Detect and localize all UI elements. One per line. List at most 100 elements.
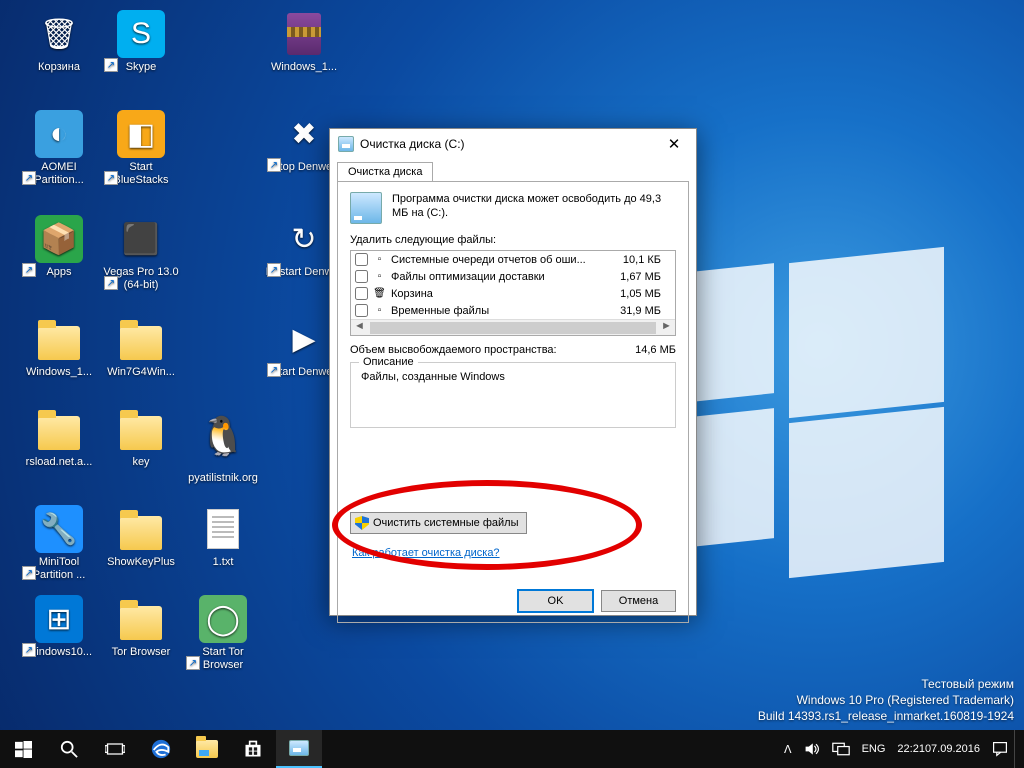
file-type-icon: ▫ — [372, 270, 387, 283]
desktop-icon-label: Корзина — [20, 61, 98, 74]
files-to-delete-label: Удалить следующие файлы: — [350, 234, 676, 246]
start-button[interactable] — [0, 730, 46, 768]
desktop-icon-vegas[interactable]: ⬛↗Vegas Pro 13.0 (64-bit) — [102, 215, 180, 292]
task-view-button[interactable] — [92, 730, 138, 768]
desktop-icon-label: Windows_1... — [20, 366, 98, 379]
description-label: Описание — [359, 356, 418, 368]
desktop-icon-win1[interactable]: Windows_1... — [265, 10, 343, 74]
taskbar-app-explorer[interactable] — [184, 730, 230, 768]
desktop-icon-key[interactable]: key — [102, 405, 180, 469]
disk-cleanup-icon — [338, 136, 354, 152]
tray-overflow-button[interactable]: ᐱ — [778, 730, 798, 768]
desktop-icon-torfolder[interactable]: Tor Browser — [102, 595, 180, 659]
how-cleanup-works-link[interactable]: Как работает очистка диска? — [352, 547, 500, 559]
tray-clock[interactable]: 22:21 07.09.2016 — [891, 730, 986, 768]
search-button[interactable] — [46, 730, 92, 768]
scrollbar-thumb[interactable] — [370, 322, 656, 334]
shortcut-arrow-icon: ↗ — [104, 171, 118, 185]
shortcut-arrow-icon: ↗ — [267, 158, 281, 172]
shortcut-arrow-icon: ↗ — [186, 656, 200, 670]
tray-network-icon[interactable] — [826, 730, 856, 768]
file-type-icon: ▫ — [372, 253, 387, 266]
file-size: 1,67 МБ — [620, 271, 671, 283]
desktop-icon-rsload[interactable]: rsload.net.a... — [20, 405, 98, 469]
watermark-line1: Тестовый режим — [758, 676, 1014, 692]
total-space-label: Объем высвобождаемого пространства: — [350, 344, 635, 356]
desktop-icon-label: Tor Browser — [102, 646, 180, 659]
description-text: Файлы, созданные Windows — [361, 371, 665, 383]
file-list-row[interactable]: 🗑Корзина1,05 МБ — [351, 285, 675, 302]
system-tray: ᐱ ENG 22:21 07.09.2016 — [778, 730, 1024, 768]
file-size: 31,9 МБ — [620, 305, 671, 317]
desktop-icon-label: 1.txt — [184, 556, 262, 569]
shortcut-arrow-icon: ↗ — [22, 263, 36, 277]
desktop-icon-pyat[interactable]: 🐧pyatilistnik.org — [184, 405, 262, 485]
desktop-icon-win10iso[interactable]: ⊞↗Windows10... — [20, 595, 98, 659]
tray-volume-icon[interactable] — [798, 730, 826, 768]
desktop-icon-aomei[interactable]: ◐↗AOMEI Partition... — [20, 110, 98, 187]
uac-shield-icon — [355, 516, 369, 530]
file-checkbox[interactable] — [355, 253, 368, 266]
desktop-icon-skype[interactable]: S↗Skype — [102, 10, 180, 74]
dialog-title: Очистка диска (C:) — [360, 137, 654, 151]
desktop-icon-win7g4[interactable]: Win7G4Win... — [102, 315, 180, 379]
watermark-line3: Build 14393.rs1_release_inmarket.160819-… — [758, 708, 1014, 724]
watermark-line2: Windows 10 Pro (Registered Trademark) — [758, 692, 1014, 708]
scroll-right-icon[interactable]: ► — [658, 320, 675, 336]
desktop-icon-label: Win7G4Win... — [102, 366, 180, 379]
drive-icon — [350, 192, 382, 224]
shortcut-arrow-icon: ↗ — [104, 276, 118, 290]
desktop-icon-1txt[interactable]: 1.txt — [184, 505, 262, 569]
file-list-row[interactable]: ▫ Системные очереди отчетов об оши...10,1… — [351, 251, 675, 268]
file-name: Временные файлы — [391, 305, 620, 317]
desktop-icon-label: ShowKeyPlus — [102, 556, 180, 569]
clean-system-files-button[interactable]: Очистить системные файлы — [350, 512, 527, 534]
shortcut-arrow-icon: ↗ — [104, 58, 118, 72]
taskbar-app-store[interactable] — [230, 730, 276, 768]
file-type-icon: 🗑 — [372, 287, 387, 300]
files-listbox[interactable]: ▫ Системные очереди отчетов об оши...10,1… — [350, 250, 676, 336]
taskbar-app-edge[interactable] — [138, 730, 184, 768]
cleanup-message: Программа очистки диска может освободить… — [392, 192, 676, 224]
dialog-titlebar[interactable]: Очистка диска (C:) ✕ — [330, 129, 696, 159]
file-list-row[interactable]: ▫ Файлы оптимизации доставки1,67 МБ — [351, 268, 675, 285]
file-size: 10,1 КБ — [623, 254, 671, 266]
ok-button[interactable]: OK — [518, 590, 593, 612]
file-checkbox[interactable] — [355, 270, 368, 283]
dialog-body: Программа очистки диска может освободить… — [337, 181, 689, 623]
shortcut-arrow-icon: ↗ — [22, 566, 36, 580]
shortcut-arrow-icon: ↗ — [267, 263, 281, 277]
tray-language-indicator[interactable]: ENG — [856, 730, 892, 768]
file-type-icon: ▫ — [372, 304, 387, 317]
file-name: Файлы оптимизации доставки — [391, 271, 620, 283]
scroll-left-icon[interactable]: ◄ — [351, 320, 368, 336]
desktop[interactable]: 🗑КорзинаS↗SkypeWindows_1...◐↗AOMEI Parti… — [0, 0, 1024, 768]
file-checkbox[interactable] — [355, 304, 368, 317]
desktop-icon-recycle[interactable]: 🗑Корзина — [20, 10, 98, 74]
taskbar-app-disk-cleanup[interactable] — [276, 730, 322, 768]
desktop-icon-label: pyatilistnik.org — [184, 472, 262, 485]
desktop-icon-apps[interactable]: 📦↗Apps — [20, 215, 98, 279]
desktop-icon-bluestacks[interactable]: ◧↗Start BlueStacks — [102, 110, 180, 187]
close-button[interactable]: ✕ — [654, 130, 694, 158]
shortcut-arrow-icon: ↗ — [22, 643, 36, 657]
file-list-row[interactable]: ▫ Временные файлы31,9 МБ — [351, 302, 675, 319]
cancel-button[interactable]: Отмена — [601, 590, 676, 612]
file-checkbox[interactable] — [355, 287, 368, 300]
total-space-value: 14,6 МБ — [635, 344, 676, 356]
taskbar: ᐱ ENG 22:21 07.09.2016 — [0, 730, 1024, 768]
tab-disk-cleanup[interactable]: Очистка диска — [337, 162, 433, 182]
clean-system-files-label: Очистить системные файлы — [373, 517, 518, 529]
tray-date: 07.09.2016 — [925, 743, 980, 756]
shortcut-arrow-icon: ↗ — [22, 171, 36, 185]
file-name: Системные очереди отчетов об оши... — [391, 254, 623, 266]
desktop-icon-minitool[interactable]: 🔧↗MiniTool Partition ... — [20, 505, 98, 582]
desktop-icon-tor[interactable]: ◯↗Start Tor Browser — [184, 595, 262, 672]
desktop-icon-win2[interactable]: Windows_1... — [20, 315, 98, 379]
desktop-icon-showkey[interactable]: ShowKeyPlus — [102, 505, 180, 569]
action-center-button[interactable] — [986, 730, 1014, 768]
description-groupbox: Описание Файлы, созданные Windows — [350, 362, 676, 428]
horizontal-scrollbar[interactable]: ◄ ► — [351, 319, 675, 336]
show-desktop-button[interactable] — [1014, 730, 1020, 768]
file-name: Корзина — [391, 288, 620, 300]
